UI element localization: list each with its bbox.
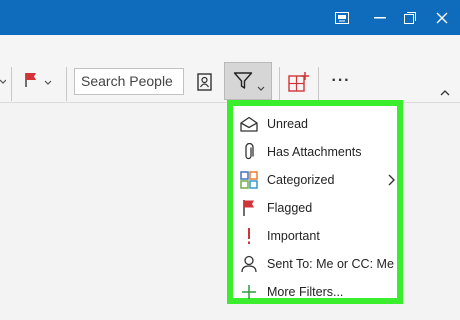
toolbar-separator bbox=[318, 67, 319, 101]
paperclip-icon bbox=[235, 138, 263, 166]
flag-icon bbox=[235, 194, 263, 222]
maximize-icon[interactable] bbox=[392, 0, 428, 35]
toolbar-separator bbox=[11, 67, 12, 101]
more-options-button[interactable]: ··· bbox=[328, 71, 354, 91]
search-people-input[interactable]: Search People bbox=[74, 68, 184, 95]
flag-dropdown-button[interactable] bbox=[18, 71, 58, 93]
filter-icon bbox=[233, 71, 253, 96]
ribbon-toolbar: Search People ··· bbox=[0, 35, 460, 103]
chevron-down-icon[interactable] bbox=[0, 72, 6, 92]
categories-icon bbox=[235, 166, 263, 194]
flag-icon bbox=[24, 72, 38, 93]
envelope-icon bbox=[235, 110, 263, 138]
collapse-ribbon-icon[interactable] bbox=[438, 87, 452, 99]
menu-item-label: Has Attachments bbox=[267, 145, 362, 159]
menu-item-unread[interactable]: Unread bbox=[233, 110, 397, 138]
menu-item-label: Important bbox=[267, 229, 320, 243]
title-bar bbox=[0, 0, 460, 35]
submenu-arrow-icon bbox=[388, 173, 395, 191]
menu-item-important[interactable]: Important bbox=[233, 222, 397, 250]
add-table-icon[interactable] bbox=[286, 69, 312, 95]
menu-item-label: Sent To: Me or CC: Me bbox=[267, 257, 394, 271]
menu-item-label: Categorized bbox=[267, 173, 335, 187]
toolbar-separator bbox=[279, 67, 280, 101]
restore-window-icon[interactable] bbox=[324, 0, 360, 35]
menu-item-flagged[interactable]: Flagged bbox=[233, 194, 397, 222]
person-icon bbox=[235, 250, 263, 278]
important-icon bbox=[235, 222, 263, 250]
menu-item-label: Flagged bbox=[267, 201, 313, 215]
chevron-down-icon bbox=[44, 73, 52, 91]
menu-item-label: Unread bbox=[267, 117, 308, 131]
menu-item-categorized[interactable]: Categorized bbox=[233, 166, 397, 194]
filter-dropdown-menu: Unread Has Attachments Categorized Flagg… bbox=[227, 100, 403, 304]
filter-email-button[interactable] bbox=[224, 62, 272, 100]
chevron-down-icon bbox=[257, 79, 265, 97]
address-book-icon[interactable] bbox=[194, 71, 216, 93]
plus-icon bbox=[235, 278, 263, 306]
menu-item-has-attachments[interactable]: Has Attachments bbox=[233, 138, 397, 166]
menu-item-more-filters[interactable]: More Filters... bbox=[233, 278, 397, 306]
menu-item-label: More Filters... bbox=[267, 285, 344, 299]
toolbar-separator bbox=[66, 67, 67, 101]
menu-item-sent-to-me[interactable]: Sent To: Me or CC: Me bbox=[233, 250, 397, 278]
close-icon[interactable] bbox=[424, 0, 460, 35]
